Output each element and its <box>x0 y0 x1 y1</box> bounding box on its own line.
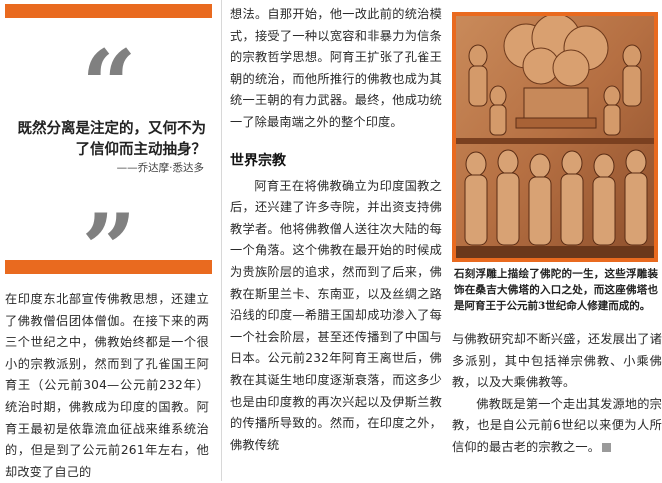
stone-relief-image <box>456 16 654 258</box>
section-heading: 世界宗教 <box>230 152 286 169</box>
quote-bottom-bar <box>5 260 212 274</box>
left-body-paragraph: 在印度东北部宣传佛教思想，还建立了佛教僧侣团体僧伽。在接下来的两三个世纪之中，佛… <box>5 292 209 479</box>
right-body-text: 与佛教研究却不断兴盛，还发展出了诸多派别，其中包括禅宗佛教、小乘佛教，以及大乘佛… <box>452 329 662 459</box>
right-body-paragraph-2: 佛教既是第一个走出其发源地的宗教，也是自公元前6世纪以来便为人所信仰的最古老的宗… <box>452 396 662 454</box>
photo-caption: 石刻浮雕上描绘了佛陀的一生，这些浮雕装饰在桑吉大佛塔的入口之处，而这座佛塔也是阿… <box>454 268 658 312</box>
square-end-mark-icon <box>602 442 612 452</box>
quote-text: 既然分离是注定的，又何不为了信仰而主动抽身？ <box>17 120 207 158</box>
left-column: “ 既然分离是注定的，又何不为了信仰而主动抽身？ ——乔达摩·悉达多 ” 在印度… <box>0 0 212 481</box>
column-divider <box>221 0 222 481</box>
quote-author: ——乔达摩·悉达多 <box>116 162 204 174</box>
middle-body-paragraph-1: 想法。自那开始，他一改此前的统治模式，接受了一种以宽容和非暴力为信条的宗教哲学思… <box>230 7 442 129</box>
stupa-relief-photo <box>452 12 658 262</box>
right-body-paragraph-1: 与佛教研究却不断兴盛，还发展出了诸多派别，其中包括禅宗佛教、小乘佛教，以及大乘佛… <box>452 332 662 390</box>
pull-quote: “ 既然分离是注定的，又何不为了信仰而主动抽身？ ——乔达摩·悉达多 ” <box>0 0 212 298</box>
quote-top-bar <box>5 4 212 18</box>
middle-column: 想法。自那开始，他一改此前的统治模式，接受了一种以宽容和非暴力为信条的宗教哲学思… <box>230 0 442 456</box>
middle-body-paragraph-2: 阿育王在将佛教确立为印度国教之后，还兴建了许多寺院，并出资支持佛教学者。他将佛教… <box>230 178 442 452</box>
close-quote-mark-icon: ” <box>81 193 136 306</box>
